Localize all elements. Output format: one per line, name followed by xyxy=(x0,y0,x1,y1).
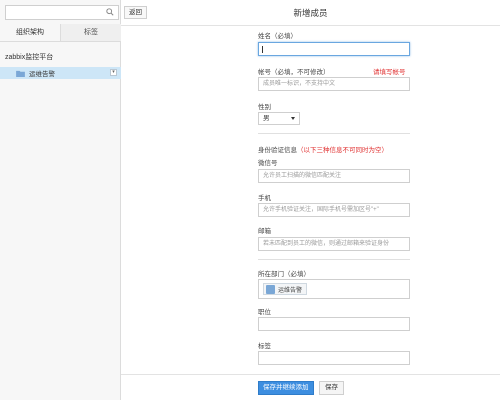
gender-label: 性别 xyxy=(258,104,271,111)
node-menu-icon[interactable]: ▾ xyxy=(110,69,117,76)
tree-node-label: 运维告警 xyxy=(29,71,55,78)
sidebar-tabs: 组织架构 标签 xyxy=(0,24,121,42)
department-label: 所在部门（必填） xyxy=(258,271,310,278)
email-input[interactable]: 若未匹配到员工的微信，则通过邮箱来验证身份 xyxy=(258,237,410,251)
email-label: 邮箱 xyxy=(258,228,271,235)
account-required-hint: 请填写帐号 xyxy=(373,69,406,76)
bottom-bar: 保存并继续添加 保存 xyxy=(121,374,500,400)
tree-root-label[interactable]: zabbix监控平台 xyxy=(0,52,121,64)
identity-section-note: （以下三种信息不可同时为空） xyxy=(297,147,388,154)
tree-node-ops-alert[interactable]: 运维告警 ▾ xyxy=(0,67,121,79)
search-input[interactable] xyxy=(6,6,102,19)
tag-label: 标签 xyxy=(258,343,271,350)
account-input[interactable]: 成员唯一标识，不支持中文 xyxy=(258,77,410,91)
wechat-label: 微信号 xyxy=(258,160,278,167)
department-chip[interactable]: 运维告警 xyxy=(263,283,308,295)
wechat-input[interactable]: 允许员工扫描的微信匹配关注 xyxy=(258,169,410,183)
save-and-continue-button[interactable]: 保存并继续添加 xyxy=(258,381,314,395)
department-chip-label: 运维告警 xyxy=(278,287,303,294)
identity-section-label: 身份验证信息（以下三种信息不可同时为空） xyxy=(258,144,388,154)
text-caret xyxy=(262,46,263,53)
name-label: 姓名（必填） xyxy=(258,33,297,40)
account-label: 帐号（必填，不可修改） xyxy=(258,69,330,76)
sidebar: 组织架构 标签 zabbix监控平台 运维告警 ▾ xyxy=(0,0,121,400)
tab-org-structure[interactable]: 组织架构 xyxy=(0,24,61,41)
folder-icon xyxy=(266,284,275,294)
page-title: 新增成员 xyxy=(293,8,328,18)
tab-tags[interactable]: 标签 xyxy=(61,24,121,41)
position-label: 职位 xyxy=(258,309,271,316)
chevron-down-icon xyxy=(291,117,295,120)
divider xyxy=(258,133,410,134)
phone-input[interactable]: 允许手机验证关注，国际手机号需加区号"+" xyxy=(258,203,410,217)
department-selector[interactable]: 运维告警 xyxy=(258,279,410,299)
phone-label: 手机 xyxy=(258,195,271,202)
folder-icon xyxy=(16,70,25,77)
search-box[interactable] xyxy=(5,5,119,20)
org-tree: zabbix监控平台 运维告警 ▾ xyxy=(0,52,121,79)
gender-selected-value: 男 xyxy=(263,115,270,122)
search-icon[interactable] xyxy=(106,8,114,16)
identity-section-title: 身份验证信息 xyxy=(258,147,297,154)
tag-input[interactable] xyxy=(258,351,410,365)
top-bar: 返回 新增成员 xyxy=(121,0,500,26)
divider xyxy=(258,259,410,260)
name-input[interactable] xyxy=(258,42,410,56)
gender-select[interactable]: 男 xyxy=(258,112,300,125)
position-input[interactable] xyxy=(258,317,410,331)
save-button[interactable]: 保存 xyxy=(319,381,344,395)
